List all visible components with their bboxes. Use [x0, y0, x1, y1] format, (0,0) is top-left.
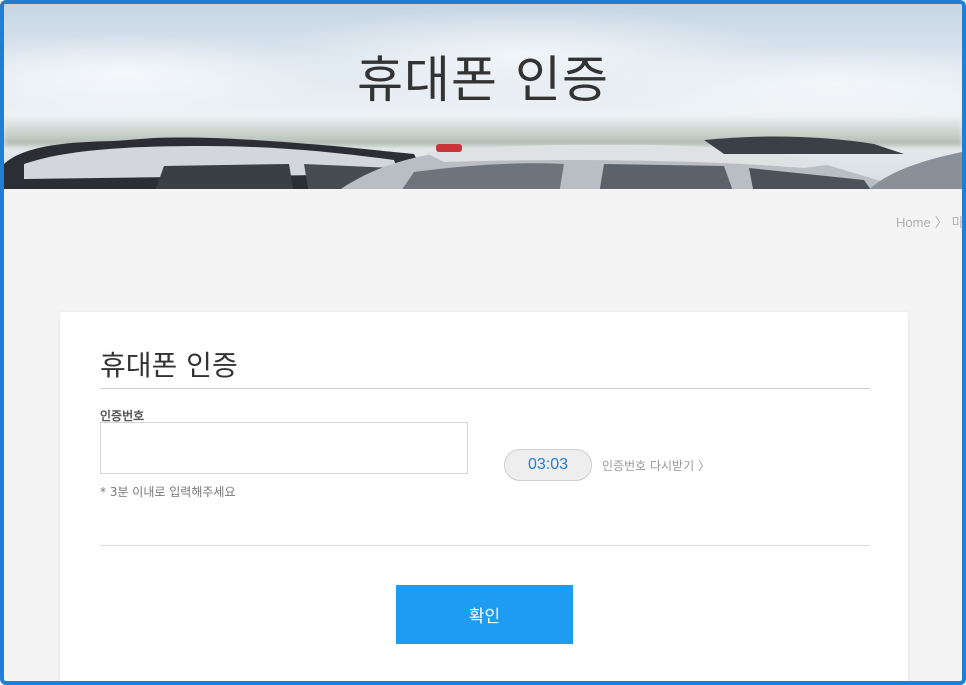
car-center-window2 — [599, 164, 733, 189]
resend-code-link[interactable]: 인증번호 다시받기 〉 — [602, 457, 710, 474]
car-brake-light — [436, 144, 462, 152]
countdown-timer: 03:03 — [504, 449, 592, 481]
verification-code-input[interactable] — [100, 422, 468, 474]
verification-card: 휴대폰 인증 인증번호 03:03 인증번호 다시받기 〉 * 3분 이내로 입… — [60, 312, 908, 681]
breadcrumb: Home 〉 마 — [896, 212, 962, 231]
car-left-window — [155, 164, 294, 189]
chevron-right-icon: 〉 — [934, 215, 948, 230]
card-title: 휴대폰 인증 — [100, 349, 238, 382]
car-right — [869, 152, 962, 189]
form-divider — [100, 545, 870, 546]
car-right-roof — [704, 136, 904, 154]
breadcrumb-next[interactable]: 마 — [952, 215, 962, 230]
confirm-button[interactable]: 확인 — [396, 585, 573, 644]
hero-title: 휴대폰 인증 — [357, 51, 609, 109]
breadcrumb-home[interactable]: Home — [896, 215, 931, 230]
browser-frame: 휴대폰 인증 Home 〉 마 휴대폰 인증 인증번호 03:03 인증번호 다시받… — [0, 0, 966, 685]
parked-cars-image — [4, 136, 962, 189]
input-hint: * 3분 이내로 입력해주세요 — [100, 485, 236, 499]
hero-banner: 휴대폰 인증 — [4, 4, 962, 189]
title-divider — [100, 388, 870, 389]
